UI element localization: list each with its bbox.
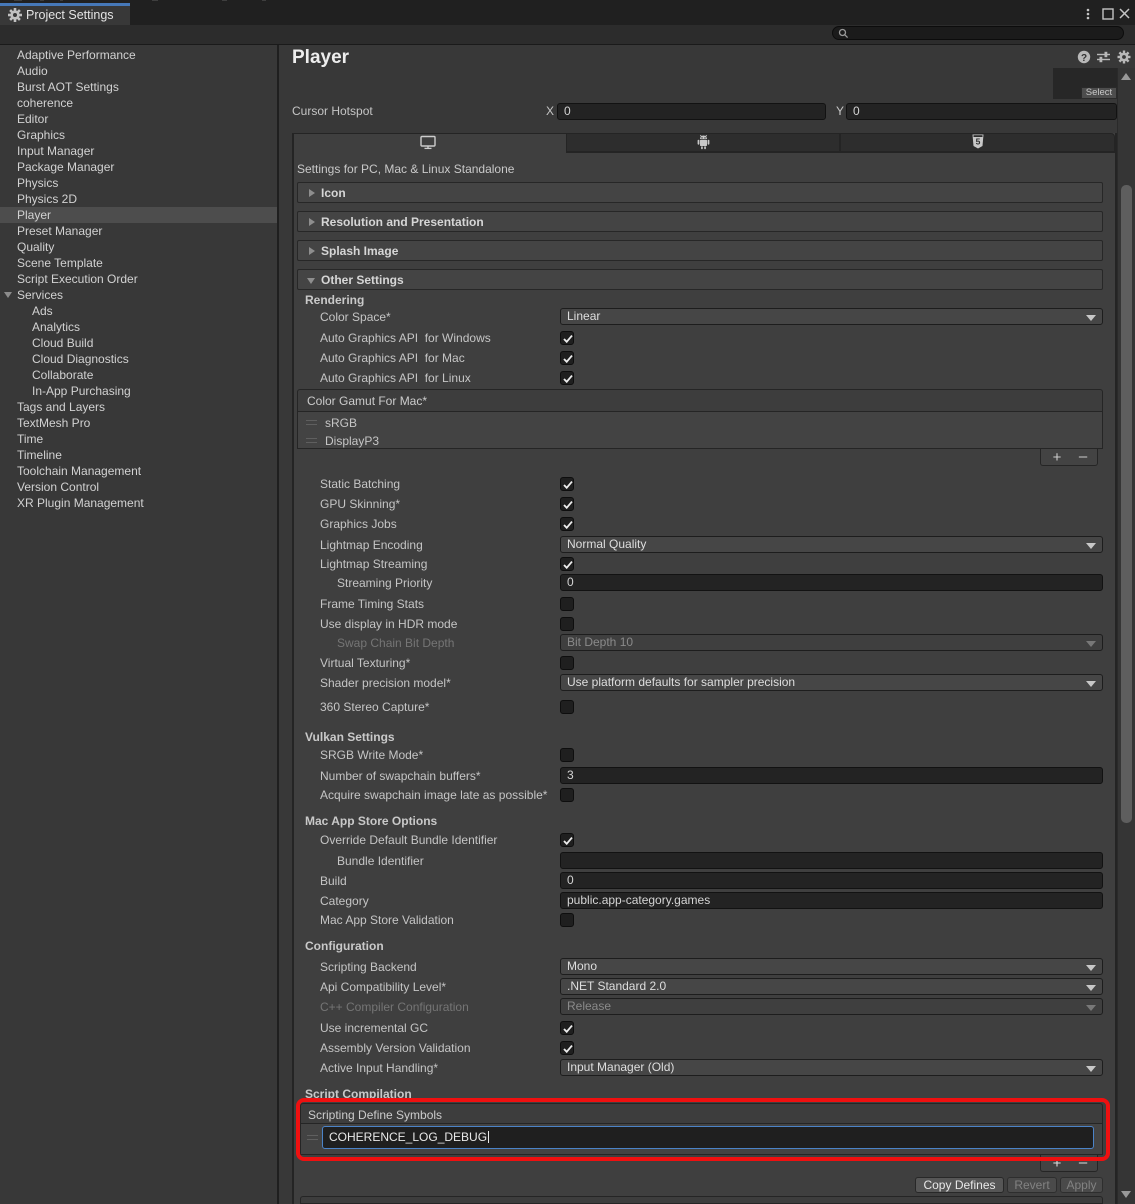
svg-text:5: 5 (976, 137, 981, 147)
svg-text:?: ? (1081, 53, 1087, 64)
